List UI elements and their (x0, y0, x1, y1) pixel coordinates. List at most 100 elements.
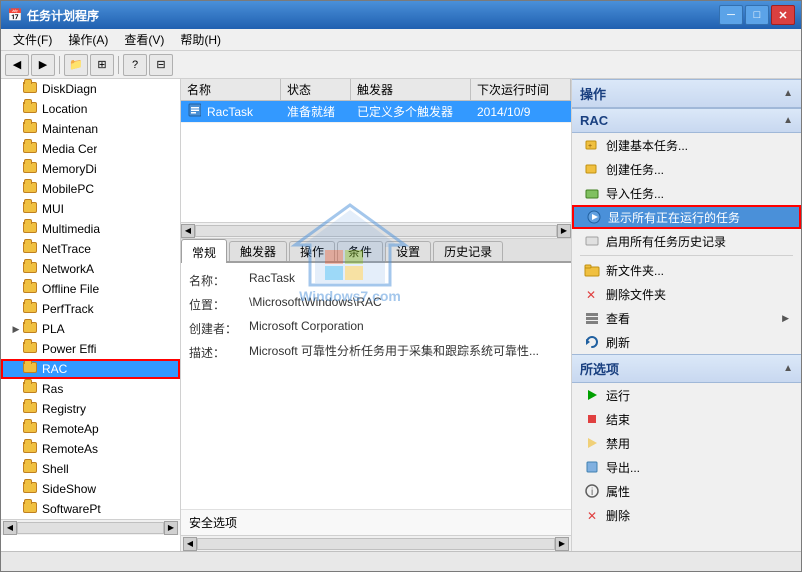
folder-icon (23, 182, 39, 196)
task-name: RacTask (201, 103, 281, 121)
action-new-folder[interactable]: 新文件夹... (572, 258, 801, 282)
minimize-button[interactable]: ─ (719, 5, 743, 25)
action-view[interactable]: 查看 ▶ (572, 306, 801, 330)
sidebar-item-label: SoftwarePt (42, 502, 101, 516)
action-properties[interactable]: i 属性 (572, 479, 801, 503)
tab-settings[interactable]: 设置 (385, 241, 431, 261)
sidebar-item-mui[interactable]: MUI (1, 199, 180, 219)
col-header-trigger[interactable]: 触发器 (351, 79, 471, 100)
sidebar-item-location[interactable]: Location (1, 99, 180, 119)
back-button[interactable]: ◀ (5, 54, 29, 76)
action-export[interactable]: 导出... (572, 455, 801, 479)
action-show-running[interactable]: 显示所有正在运行的任务 (572, 205, 801, 229)
folder-icon (23, 142, 39, 156)
actions-collapse-icon: ▲ (783, 88, 793, 99)
sidebar-item-label: NetTrace (42, 242, 91, 256)
selected-section-header[interactable]: 所选项 ▲ (572, 354, 801, 383)
actions-header[interactable]: 操作 ▲ (572, 79, 801, 108)
col-header-nextrun[interactable]: 下次运行时间 (471, 79, 571, 100)
menu-actions[interactable]: 操作(A) (60, 29, 116, 50)
help-button[interactable]: ? (123, 54, 147, 76)
detail-panel: 常规 触发器 操作 条件 设置 历史记录 名称： RacTask 位置： \Mi… (181, 239, 571, 551)
action-disable[interactable]: 禁用 (572, 431, 801, 455)
detail-hscroll-left[interactable]: ◀ (183, 537, 197, 551)
sidebar-item-label: RemoteAp (42, 422, 99, 436)
task-hscroll-left[interactable]: ◀ (181, 224, 195, 238)
rac-section-header[interactable]: RAC ▲ (572, 108, 801, 133)
table-row[interactable]: RacTask 准备就绪 已定义多个触发器 2014/10/9 (181, 101, 571, 123)
sidebar-item-label: SideShow (42, 482, 96, 496)
action-refresh[interactable]: 刷新 (572, 330, 801, 354)
col-header-status[interactable]: 状态 (281, 79, 351, 100)
folder-button[interactable]: 📁 (64, 54, 88, 76)
sidebar-item-perftrack[interactable]: PerfTrack (1, 299, 180, 319)
sidebar-item-nettrace[interactable]: NetTrace (1, 239, 180, 259)
action-create-task[interactable]: 创建任务... (572, 157, 801, 181)
col-header-name[interactable]: 名称 (181, 79, 281, 100)
scroll-right-button[interactable]: ▶ (164, 521, 178, 535)
sidebar-item-mobilepc[interactable]: MobilePC (1, 179, 180, 199)
menu-file[interactable]: 文件(F) (5, 29, 60, 50)
tab-history[interactable]: 历史记录 (433, 241, 503, 261)
action-disable-label: 禁用 (606, 435, 630, 452)
maximize-button[interactable]: □ (745, 5, 769, 25)
action-create-basic[interactable]: + 创建基本任务... (572, 133, 801, 157)
expand-arrow (9, 202, 23, 216)
task-hscroll-right[interactable]: ▶ (557, 224, 571, 238)
sidebar-item-label: RAC (42, 362, 67, 376)
tab-general[interactable]: 常规 (181, 239, 227, 265)
action-delete-folder[interactable]: ✕ 删除文件夹 (572, 282, 801, 306)
sidebar-item-maintenan[interactable]: Maintenan (1, 119, 180, 139)
tab-conditions[interactable]: 条件 (337, 241, 383, 261)
task-hscroll-track[interactable] (195, 225, 557, 237)
folder-icon (23, 162, 39, 176)
tab-actions[interactable]: 操作 (289, 241, 335, 261)
sidebar-item-pla[interactable]: ▶ PLA (1, 319, 180, 339)
sidebar-item-multimedia[interactable]: Multimedia (1, 219, 180, 239)
sidebar-item-mediacer[interactable]: Media Cer (1, 139, 180, 159)
sidebar-item-memorydi[interactable]: MemoryDi (1, 159, 180, 179)
folder-icon (23, 202, 39, 216)
close-button[interactable]: ✕ (771, 5, 795, 25)
tab-trigger[interactable]: 触发器 (229, 241, 287, 261)
sidebar-item-diskdiagn[interactable]: DiskDiagn (1, 79, 180, 99)
sidebar-item-networka[interactable]: NetworkA (1, 259, 180, 279)
scroll-left-button[interactable]: ◀ (3, 521, 17, 535)
menu-view[interactable]: 查看(V) (116, 29, 172, 50)
status-bar (1, 551, 801, 571)
sidebar-item-remoteas[interactable]: RemoteAs (1, 439, 180, 459)
folder-icon (23, 502, 39, 516)
tab-content: 名称： RacTask 位置： \Microsoft\Windows\RAC 创… (181, 263, 571, 509)
detail-hscroll-track[interactable] (197, 538, 555, 550)
forward-button[interactable]: ▶ (31, 54, 55, 76)
sidebar-hscroll-track[interactable] (17, 522, 164, 534)
sidebar-item-sideshow[interactable]: SideShow (1, 479, 180, 499)
grid-button[interactable]: ⊟ (149, 54, 173, 76)
action-run[interactable]: 运行 (572, 383, 801, 407)
folder-icon (23, 402, 39, 416)
folder-icon (23, 82, 39, 96)
title-bar: 📅 任务计划程序 ─ □ ✕ (1, 1, 801, 29)
sidebar-item-label: MobilePC (42, 182, 94, 196)
sidebar-item-powereffi[interactable]: Power Effi (1, 339, 180, 359)
sidebar-item-remoteap[interactable]: RemoteAp (1, 419, 180, 439)
sidebar-item-ras[interactable]: Ras (1, 379, 180, 399)
sidebar-item-softwarept[interactable]: SoftwarePt (1, 499, 180, 519)
action-export-label: 导出... (606, 459, 640, 476)
expand-arrow (9, 382, 23, 396)
selected-collapse-icon: ▲ (783, 363, 793, 374)
detail-hscroll-right[interactable]: ▶ (555, 537, 569, 551)
action-end[interactable]: 结束 (572, 407, 801, 431)
action-delete[interactable]: ✕ 删除 (572, 503, 801, 527)
action-import-task[interactable]: 导入任务... (572, 181, 801, 205)
sidebar-item-registry[interactable]: Registry (1, 399, 180, 419)
sidebar-item-shell[interactable]: Shell (1, 459, 180, 479)
action-enable-history[interactable]: 启用所有任务历史记录 (572, 229, 801, 253)
sidebar-item-offlinefile[interactable]: Offline File (1, 279, 180, 299)
task-list-area: 名称 状态 触发器 下次运行时间 (181, 79, 571, 239)
detail-desc-row: 描述： Microsoft 可靠性分析任务用于采集和跟踪系统可靠性... (189, 343, 563, 363)
view-button[interactable]: ⊞ (90, 54, 114, 76)
menu-help[interactable]: 帮助(H) (172, 29, 229, 50)
action-new-folder-label: 新文件夹... (606, 262, 664, 279)
sidebar-item-rac[interactable]: RAC (1, 359, 180, 379)
